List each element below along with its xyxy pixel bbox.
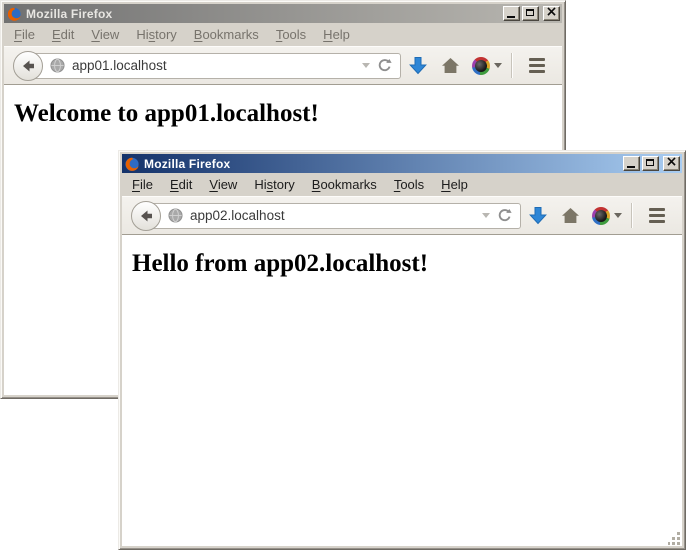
desktop: Mozilla Firefox × FileEditViewHistoryBoo… <box>0 0 688 551</box>
url-text[interactable]: app01.localhost <box>72 58 358 73</box>
firefox-icon[interactable] <box>124 156 140 172</box>
toolbar-separator <box>631 203 632 228</box>
menu-item-edit[interactable]: Edit <box>163 176 199 193</box>
menu-item-tools[interactable]: Tools <box>387 176 431 193</box>
download-button[interactable] <box>521 201 554 231</box>
hamburger-icon <box>529 58 545 73</box>
menu-item-view[interactable]: View <box>202 176 244 193</box>
download-arrow-icon <box>409 56 427 75</box>
menu-item-edit[interactable]: Edit <box>45 26 81 43</box>
window-controls: × <box>623 156 680 171</box>
color-lens-icon <box>472 57 490 75</box>
menu-item-tools[interactable]: Tools <box>269 26 313 43</box>
window-title: Mozilla Firefox <box>26 7 503 21</box>
back-arrow-icon <box>19 57 37 75</box>
url-dropdown-icon[interactable] <box>362 63 370 68</box>
menubar: FileEditViewHistoryBookmarksToolsHelp <box>122 173 682 196</box>
menu-item-history[interactable]: History <box>129 26 183 43</box>
menu-item-bookmarks[interactable]: Bookmarks <box>305 176 384 193</box>
titlebar[interactable]: Mozilla Firefox × <box>4 4 562 23</box>
close-button[interactable]: × <box>663 156 680 171</box>
resize-grip[interactable] <box>668 532 681 545</box>
download-arrow-icon <box>529 206 547 225</box>
browser-window-app02[interactable]: Mozilla Firefox × FileEditViewHistoryBoo… <box>118 150 686 550</box>
reload-button[interactable] <box>497 208 512 223</box>
url-dropdown-icon[interactable] <box>482 213 490 218</box>
extension-button[interactable] <box>467 51 507 81</box>
navigation-toolbar: app01.localhost <box>4 46 562 85</box>
maximize-button[interactable] <box>642 156 659 171</box>
menu-item-bookmarks[interactable]: Bookmarks <box>187 26 266 43</box>
menu-button[interactable] <box>640 201 673 231</box>
close-icon: × <box>544 4 559 21</box>
toolbar-separator <box>511 53 512 78</box>
globe-icon[interactable] <box>50 58 65 73</box>
hamburger-icon <box>649 208 665 223</box>
maximize-button[interactable] <box>522 6 539 21</box>
back-button[interactable] <box>13 51 43 81</box>
page-content: Hello from app02.localhost! <box>122 235 682 546</box>
close-icon: × <box>664 154 679 171</box>
extension-button[interactable] <box>587 201 627 231</box>
menu-item-help[interactable]: Help <box>434 176 475 193</box>
menu-item-file[interactable]: File <box>7 26 42 43</box>
titlebar[interactable]: Mozilla Firefox × <box>122 154 682 173</box>
menu-item-view[interactable]: View <box>84 26 126 43</box>
menubar: FileEditViewHistoryBookmarksToolsHelp <box>4 23 562 46</box>
url-text[interactable]: app02.localhost <box>190 208 478 223</box>
chevron-down-icon <box>494 63 502 68</box>
minimize-icon <box>507 16 515 18</box>
home-icon <box>441 57 460 74</box>
download-button[interactable] <box>401 51 434 81</box>
home-button[interactable] <box>554 201 587 231</box>
window-controls: × <box>503 6 560 21</box>
menu-button[interactable] <box>520 51 553 81</box>
firefox-icon[interactable] <box>6 6 22 22</box>
globe-icon[interactable] <box>168 208 183 223</box>
menu-item-file[interactable]: File <box>125 176 160 193</box>
home-button[interactable] <box>434 51 467 81</box>
close-button[interactable]: × <box>543 6 560 21</box>
url-bar[interactable]: app01.localhost <box>27 53 401 79</box>
page-heading: Welcome to app01.localhost! <box>14 100 562 128</box>
navigation-toolbar: app02.localhost <box>122 196 682 235</box>
menu-item-help[interactable]: Help <box>316 26 357 43</box>
url-bar[interactable]: app02.localhost <box>145 203 521 229</box>
page-heading: Hello from app02.localhost! <box>132 250 682 278</box>
maximize-icon <box>526 9 534 16</box>
reload-button[interactable] <box>377 58 392 73</box>
minimize-icon <box>627 166 635 168</box>
minimize-button[interactable] <box>503 6 520 21</box>
color-lens-icon <box>592 207 610 225</box>
window-title: Mozilla Firefox <box>144 157 623 171</box>
chevron-down-icon <box>614 213 622 218</box>
maximize-icon <box>646 159 654 166</box>
menu-item-history[interactable]: History <box>247 176 301 193</box>
back-arrow-icon <box>137 207 155 225</box>
minimize-button[interactable] <box>623 156 640 171</box>
home-icon <box>561 207 580 224</box>
back-button[interactable] <box>131 201 161 231</box>
